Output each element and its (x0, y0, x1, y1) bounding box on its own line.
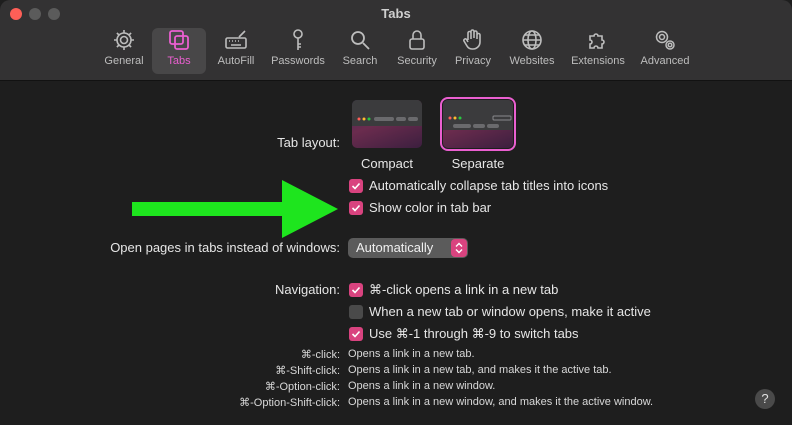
tab-autofill[interactable]: AutoFill (212, 28, 260, 74)
tab-extensions[interactable]: Extensions (567, 28, 629, 74)
open-pages-label: Open pages in tabs instead of windows: (110, 240, 340, 255)
navigation-label: Navigation: (274, 282, 340, 297)
cmd-click-label: ⌘-click opens a link in a new tab (369, 282, 559, 297)
gears-icon (655, 30, 675, 50)
show-color-label: Show color in tab bar (369, 200, 492, 215)
gear-icon (114, 30, 134, 50)
magnifier-icon (351, 31, 370, 50)
tab-search-label: Search (342, 55, 378, 67)
shortcut-key: ⌘-Option-click: (264, 381, 340, 393)
auto-collapse-label: Automatically collapse tab titles into i… (369, 178, 609, 193)
puzzle-icon (589, 33, 605, 49)
checkmark-icon (351, 286, 361, 294)
window-title: Tabs (381, 6, 411, 21)
help-button[interactable]: ? (755, 389, 775, 409)
tab-tabs[interactable]: Tabs (152, 28, 206, 74)
cmd-number-checkbox[interactable] (349, 327, 363, 341)
tab-tabs-label: Tabs (167, 55, 191, 67)
lock-icon (409, 30, 425, 50)
compact-preview-graphic (357, 117, 418, 121)
cmd-click-checkbox[interactable] (349, 283, 363, 297)
shortcut-key: ⌘-Shift-click: (275, 365, 340, 377)
tab-security[interactable]: Security (392, 28, 442, 74)
hand-icon (463, 29, 481, 50)
tab-security-label: Security (397, 55, 437, 67)
shortcut-desc: Opens a link in a new window. (348, 380, 496, 392)
open-pages-select[interactable]: Automatically (348, 238, 468, 258)
show-color-checkbox[interactable] (349, 201, 363, 215)
tab-passwords-label: Passwords (271, 55, 325, 67)
keyboard-pen-icon (225, 30, 247, 49)
annotation-arrow-icon (132, 180, 338, 238)
shortcut-key: ⌘-Option-Shift-click: (239, 397, 340, 409)
make-active-label: When a new tab or window opens, make it … (369, 304, 651, 319)
tab-advanced-label: Advanced (640, 55, 690, 67)
separate-preview-graphic (448, 115, 512, 128)
tab-extensions-label: Extensions (571, 55, 625, 67)
tab-general-label: General (104, 55, 144, 67)
open-pages-value: Automatically (356, 240, 434, 255)
tab-passwords[interactable]: Passwords (268, 28, 328, 74)
tab-advanced[interactable]: Advanced (637, 28, 693, 74)
layout-compact-thumbnail[interactable] (352, 100, 422, 148)
checkmark-icon (351, 204, 361, 212)
layout-compact-label: Compact (360, 156, 414, 171)
tab-privacy-label: Privacy (454, 55, 492, 67)
make-active-checkbox[interactable] (349, 305, 363, 319)
tabs-icon (169, 30, 189, 50)
tab-websites-label: Websites (509, 55, 555, 67)
key-icon (293, 29, 303, 50)
tab-websites[interactable]: Websites (505, 28, 559, 74)
cmd-number-label: Use ⌘-1 through ⌘-9 to switch tabs (369, 326, 579, 341)
safari-settings-window: Tabs General Tabs AutoFill Passwords Sea… (0, 0, 792, 425)
shortcut-key: ⌘-click: (300, 349, 340, 361)
tab-search[interactable]: Search (337, 28, 383, 74)
layout-separate-thumbnail[interactable] (440, 97, 516, 151)
shortcut-desc: Opens a link in a new tab, and makes it … (348, 364, 612, 376)
checkmark-icon (351, 182, 361, 190)
globe-icon (522, 30, 542, 50)
checkmark-icon (351, 330, 361, 338)
toolbar: Tabs General Tabs AutoFill Passwords Sea… (0, 0, 792, 81)
tab-autofill-label: AutoFill (217, 55, 255, 67)
shortcut-desc: Opens a link in a new tab. (348, 348, 475, 360)
select-arrows-icon (451, 239, 467, 257)
shortcut-desc: Opens a link in a new window, and makes … (348, 396, 654, 408)
tab-general[interactable]: General (100, 28, 148, 74)
layout-separate-label: Separate (451, 156, 505, 171)
tab-privacy[interactable]: Privacy (450, 28, 496, 74)
tab-layout-label: Tab layout: (277, 135, 340, 150)
auto-collapse-checkbox[interactable] (349, 179, 363, 193)
